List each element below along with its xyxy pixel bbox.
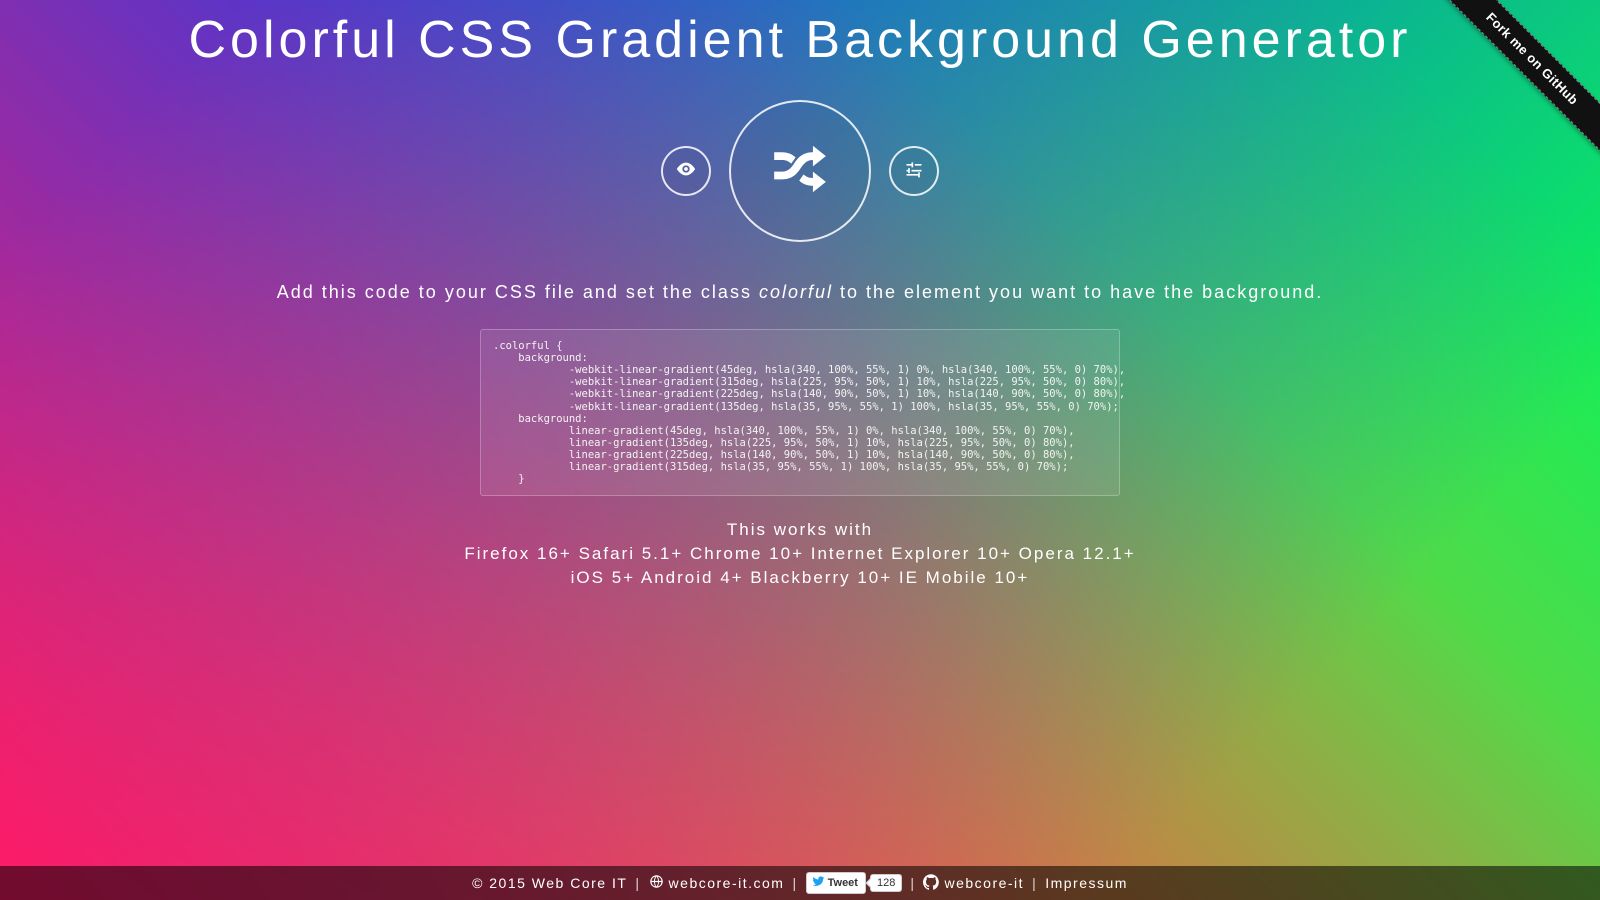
instruction-prefix: Add this code to your CSS file and set t… [277, 282, 759, 302]
footer-github-text: webcore-it [944, 875, 1024, 891]
footer-copyright: © 2015 Web Core IT [472, 875, 627, 891]
footer-separator: | [1032, 875, 1037, 891]
footer-github-link[interactable]: webcore-it [923, 874, 1024, 893]
instruction-text: Add this code to your CSS file and set t… [0, 280, 1600, 305]
footer: © 2015 Web Core IT | webcore-it.com | Tw… [0, 866, 1600, 900]
tweet-button[interactable]: Tweet [806, 872, 866, 894]
control-bar [0, 100, 1600, 242]
footer-site-link[interactable]: webcore-it.com [649, 874, 785, 892]
compat-line-2: iOS 5+ Android 4+ Blackberry 10+ IE Mobi… [0, 566, 1600, 590]
github-icon [923, 874, 939, 893]
page-title: Colorful CSS Gradient Background Generat… [0, 0, 1600, 70]
footer-separator: | [635, 875, 640, 891]
footer-separator: | [910, 875, 915, 891]
tweet-label: Tweet [828, 877, 858, 889]
twitter-icon [812, 875, 825, 891]
compat-line-1: Firefox 16+ Safari 5.1+ Chrome 10+ Inter… [0, 542, 1600, 566]
tweet-widget: Tweet 128 [806, 872, 903, 894]
preview-button[interactable] [661, 146, 711, 196]
settings-button[interactable] [889, 146, 939, 196]
footer-site-text: webcore-it.com [669, 875, 785, 891]
footer-impressum-link[interactable]: Impressum [1045, 875, 1128, 891]
sliders-icon [904, 159, 924, 184]
instruction-suffix: to the element you want to have the back… [833, 282, 1323, 302]
css-code-output[interactable]: .colorful { background: -webkit-linear-g… [480, 329, 1120, 496]
shuffle-button[interactable] [729, 100, 871, 242]
footer-separator: | [792, 875, 797, 891]
globe-icon [649, 874, 664, 892]
instruction-classname: colorful [759, 282, 833, 302]
shuffle-icon [769, 138, 831, 205]
tweet-count[interactable]: 128 [870, 874, 902, 892]
eye-icon [675, 158, 697, 185]
compatibility-block: This works with Firefox 16+ Safari 5.1+ … [0, 518, 1600, 589]
compat-heading: This works with [0, 518, 1600, 542]
